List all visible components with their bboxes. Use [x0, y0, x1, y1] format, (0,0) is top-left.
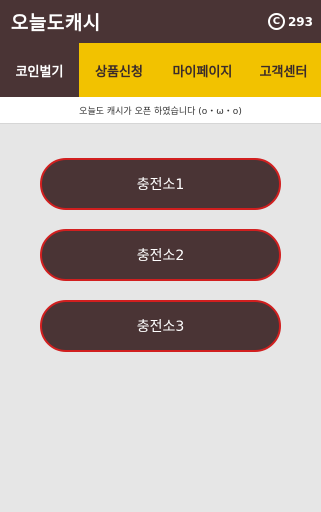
app-title: 오늘도캐시: [11, 12, 101, 34]
station-2-button[interactable]: 충전소2: [40, 229, 281, 281]
coin-count: 293: [287, 14, 313, 29]
app-root: 오늘도캐시 C 293 코인벌기 상품신청 마이페이지 고객센터 오늘도 캐시가…: [0, 0, 321, 512]
tab-earn-coins[interactable]: 코인벌기: [0, 43, 79, 97]
tab-product-request[interactable]: 상품신청: [79, 43, 159, 97]
tab-customer-center[interactable]: 고객센터: [246, 43, 321, 97]
tab-my-page[interactable]: 마이페이지: [159, 43, 246, 97]
coin-balance: C 293: [267, 13, 313, 30]
copyright-icon: C: [267, 13, 285, 30]
station-1-button[interactable]: 충전소1: [40, 158, 281, 210]
tab-bar: 코인벌기 상품신청 마이페이지 고객센터: [0, 43, 321, 97]
station-3-button[interactable]: 충전소3: [40, 300, 281, 352]
app-header: 오늘도캐시 C 293: [0, 0, 321, 43]
notice-banner: 오늘도 캐시가 오픈 하였습니다 (o・ω・o): [0, 97, 321, 124]
